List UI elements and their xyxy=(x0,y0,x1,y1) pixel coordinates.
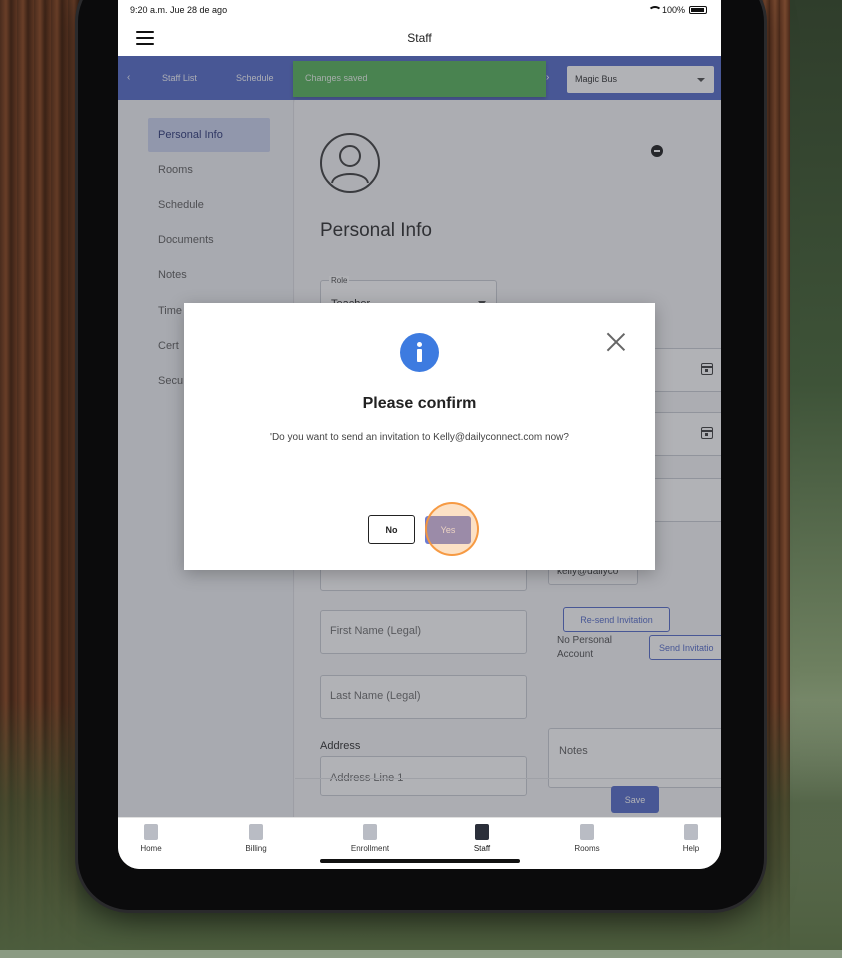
staff-icon xyxy=(475,824,489,840)
help-icon xyxy=(684,824,698,840)
nav-billing[interactable]: Billing xyxy=(221,824,291,853)
wifi-icon xyxy=(647,6,662,14)
dialog-title: Please confirm xyxy=(362,395,477,412)
nav-staff[interactable]: Staff xyxy=(447,824,517,853)
nav-home[interactable]: Home xyxy=(118,824,186,853)
tree-trunk-right xyxy=(760,0,808,958)
nav-enrollment[interactable]: Enrollment xyxy=(335,824,405,853)
status-right: 100% xyxy=(647,5,707,15)
status-bar: 9:20 a.m. Jue 28 de ago 100% xyxy=(118,0,721,20)
battery-percent: 100% xyxy=(661,5,685,15)
nav-label: Staff xyxy=(473,844,491,853)
nav-label: Billing xyxy=(245,844,267,853)
nav-label: Help xyxy=(682,844,700,853)
home-icon xyxy=(144,824,158,840)
battery-icon xyxy=(689,6,707,14)
confirm-dialog: Please confirm 'Do you want to send an i… xyxy=(184,303,655,570)
billing-icon xyxy=(249,824,263,840)
nav-label: Rooms xyxy=(574,844,600,853)
app-bar: Staff xyxy=(118,20,721,56)
tree-trunk-left xyxy=(0,0,80,958)
nav-help[interactable]: Help xyxy=(656,824,721,853)
status-time: 9:20 a.m. Jue 28 de ago xyxy=(130,5,228,15)
info-icon xyxy=(400,333,439,372)
home-indicator xyxy=(320,859,520,863)
nav-label: Home xyxy=(140,844,162,853)
bottom-strip xyxy=(0,950,842,958)
rooms-icon xyxy=(580,824,594,840)
yes-button[interactable]: Yes xyxy=(425,516,471,544)
nav-rooms[interactable]: Rooms xyxy=(552,824,622,853)
forest-right xyxy=(790,0,842,958)
close-icon[interactable] xyxy=(604,330,628,354)
page-title: Staff xyxy=(407,31,432,45)
enrollment-icon xyxy=(363,824,377,840)
nav-label: Enrollment xyxy=(350,844,390,853)
no-button[interactable]: No xyxy=(368,515,415,544)
dialog-message: 'Do you want to send an invitation to Ke… xyxy=(270,432,569,443)
